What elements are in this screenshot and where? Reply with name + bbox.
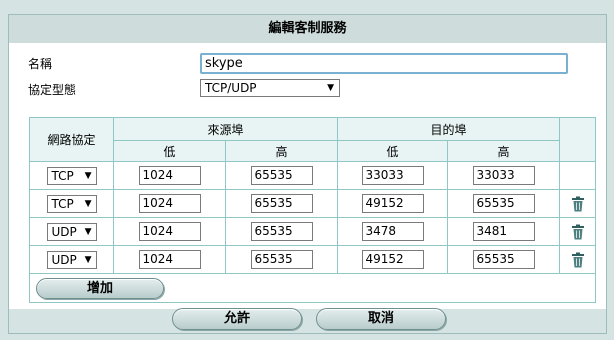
protocol-type-select[interactable]: TCP/UDP ▼ bbox=[200, 79, 340, 97]
row-action-cell bbox=[559, 161, 597, 190]
protocol-value: TCP bbox=[51, 196, 74, 211]
src-low-input[interactable]: 1024 bbox=[138, 250, 201, 269]
protocol-select[interactable]: TCP ▼ bbox=[46, 194, 97, 213]
table-header-row: 網路協定 來源埠 目的埠 bbox=[29, 117, 597, 162]
dst-high-header: 高 bbox=[447, 140, 561, 162]
row-action-cell bbox=[559, 245, 597, 274]
dst-low-header: 低 bbox=[337, 140, 449, 162]
chevron-down-icon: ▼ bbox=[327, 83, 334, 93]
trash-icon[interactable] bbox=[571, 224, 585, 240]
port-table: 網路協定 來源埠 目的埠 低 高 低 高 TCP ▼ 1024 65535 330… bbox=[28, 117, 597, 303]
dst-high-input[interactable]: 3481 bbox=[472, 222, 535, 241]
protocol-select[interactable]: UDP ▼ bbox=[46, 222, 97, 241]
protocol-type-label: 協定型態 bbox=[28, 83, 77, 97]
dst-low-input[interactable]: 49152 bbox=[361, 250, 424, 269]
col-protocol-header: 網路協定 bbox=[29, 117, 114, 162]
chevron-down-icon: ▼ bbox=[84, 254, 92, 265]
ok-button[interactable]: 允許 bbox=[172, 308, 302, 330]
protocol-value: UDP bbox=[51, 224, 77, 239]
add-row-cell: 增加 bbox=[28, 273, 597, 303]
add-button[interactable]: 增加 bbox=[36, 277, 164, 299]
protocol-select[interactable]: UDP ▼ bbox=[46, 250, 97, 269]
table-row: UDP ▼ 1024 65535 3478 3481 bbox=[29, 217, 597, 246]
trash-icon[interactable] bbox=[571, 196, 585, 212]
src-high-input[interactable]: 65535 bbox=[250, 222, 313, 241]
table-row: TCP ▼ 1024 65535 33033 33033 bbox=[29, 161, 597, 190]
dst-low-input[interactable]: 49152 bbox=[361, 194, 424, 213]
col-action-header bbox=[559, 117, 597, 162]
src-high-input[interactable]: 65535 bbox=[250, 250, 313, 269]
protocol-select[interactable]: TCP ▼ bbox=[46, 166, 97, 185]
src-low-header: 低 bbox=[113, 140, 226, 162]
dst-high-input[interactable]: 33033 bbox=[472, 166, 535, 185]
protocol-value: TCP bbox=[51, 168, 74, 183]
form-panel: 名稱 skype 協定型態 TCP/UDP ▼ 網路協定 來源埠 目的埠 低 高… bbox=[9, 43, 606, 309]
row-action-cell bbox=[559, 217, 597, 246]
protocol-value: UDP bbox=[51, 252, 77, 267]
chevron-down-icon: ▼ bbox=[84, 226, 92, 237]
edit-service-dialog: 編輯客制服務 名稱 skype 協定型態 TCP/UDP ▼ 網路協定 來源埠 … bbox=[8, 14, 607, 334]
table-subheader-row: 低 高 低 高 bbox=[30, 140, 596, 162]
src-high-input[interactable]: 65535 bbox=[250, 166, 313, 185]
name-field[interactable]: skype bbox=[200, 53, 568, 74]
name-label: 名稱 bbox=[28, 57, 53, 71]
cancel-button[interactable]: 取消 bbox=[316, 308, 446, 330]
dst-high-input[interactable]: 65535 bbox=[472, 250, 535, 269]
chevron-down-icon: ▼ bbox=[84, 170, 92, 181]
chevron-down-icon: ▼ bbox=[84, 198, 92, 209]
dst-low-input[interactable]: 33033 bbox=[361, 166, 424, 185]
src-high-input[interactable]: 65535 bbox=[250, 194, 313, 213]
col-dest-port-header: 目的埠 bbox=[337, 117, 561, 141]
table-row: TCP ▼ 1024 65535 49152 65535 bbox=[29, 189, 597, 218]
col-source-port-header: 來源埠 bbox=[112, 117, 339, 141]
trash-icon[interactable] bbox=[571, 252, 585, 268]
src-low-input[interactable]: 1024 bbox=[138, 194, 201, 213]
src-low-input[interactable]: 1024 bbox=[138, 166, 201, 185]
src-high-header: 高 bbox=[224, 140, 339, 162]
protocol-type-value: TCP/UDP bbox=[205, 81, 257, 95]
table-row: UDP ▼ 1024 65535 49152 65535 bbox=[29, 245, 597, 274]
dst-low-input[interactable]: 3478 bbox=[361, 222, 424, 241]
dst-high-input[interactable]: 65535 bbox=[472, 194, 535, 213]
table-footer-row: 增加 bbox=[28, 273, 597, 303]
dialog-title: 編輯客制服務 bbox=[9, 15, 606, 44]
row-action-cell bbox=[559, 189, 597, 218]
src-low-input[interactable]: 1024 bbox=[138, 222, 201, 241]
